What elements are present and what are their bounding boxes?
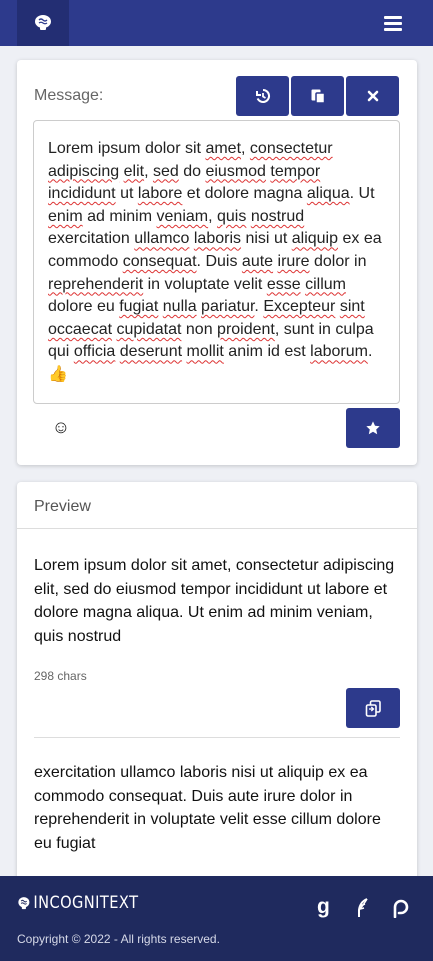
- history-icon: [255, 88, 270, 103]
- patreon-icon: [393, 899, 409, 918]
- top-navbar: [0, 0, 433, 46]
- message-card: Message: Lorem ipsum dolor sit amet, con…: [17, 60, 417, 465]
- message-textarea[interactable]: Lorem ipsum dolor sit amet, consectetur …: [33, 120, 400, 404]
- thumbs-up-emoji: 👍: [48, 365, 68, 383]
- footer-brand[interactable]: INCOGNITEXT: [17, 893, 138, 913]
- smiley-icon: ☺: [51, 416, 71, 437]
- preview-card: Preview Lorem ipsum dolor sit amet, cons…: [17, 482, 417, 902]
- social-links: g: [315, 897, 411, 919]
- clear-button[interactable]: [346, 76, 399, 116]
- hamburger-icon: [384, 15, 402, 31]
- message-label: Message:: [34, 87, 104, 104]
- message-toolbar: [236, 76, 399, 116]
- goodreads-link[interactable]: g: [315, 897, 335, 919]
- home-logo-button[interactable]: [17, 0, 69, 46]
- emoji-picker-button[interactable]: ☺: [50, 416, 72, 438]
- preview-chunk-text: Lorem ipsum dolor sit amet, consectetur …: [34, 557, 395, 645]
- close-icon: [367, 90, 378, 102]
- preview-title: Preview: [17, 482, 417, 529]
- message-text: Lorem ipsum dolor sit amet, consectetur …: [48, 140, 382, 361]
- patreon-link[interactable]: [391, 897, 411, 919]
- history-button[interactable]: [236, 76, 289, 116]
- copyright-text: Copyright © 2022 - All rights reserved.: [17, 932, 220, 946]
- menu-button[interactable]: [370, 0, 416, 46]
- brand-name: INCOGNITEXT: [33, 893, 139, 913]
- paste-button[interactable]: [291, 76, 344, 116]
- star-icon: [366, 421, 380, 435]
- copy-chunk-button[interactable]: [346, 688, 400, 728]
- feather-icon: [358, 898, 368, 917]
- favorite-button[interactable]: [346, 408, 400, 448]
- char-count: 298 chars: [34, 669, 87, 683]
- paste-icon: [311, 89, 325, 104]
- footer: INCOGNITEXT g Copyright © 2022 - All rig…: [0, 876, 433, 961]
- preview-chunk-text: exercitation ullamco laboris nisi ut ali…: [34, 764, 381, 852]
- svg-text:g: g: [317, 898, 330, 918]
- chunk-divider: [34, 737, 400, 738]
- brain-logo-icon: [35, 15, 51, 30]
- copy-icon: [365, 699, 381, 717]
- goodreads-icon: g: [317, 898, 330, 918]
- feather-link[interactable]: [353, 897, 373, 919]
- brain-logo-icon: [18, 896, 30, 909]
